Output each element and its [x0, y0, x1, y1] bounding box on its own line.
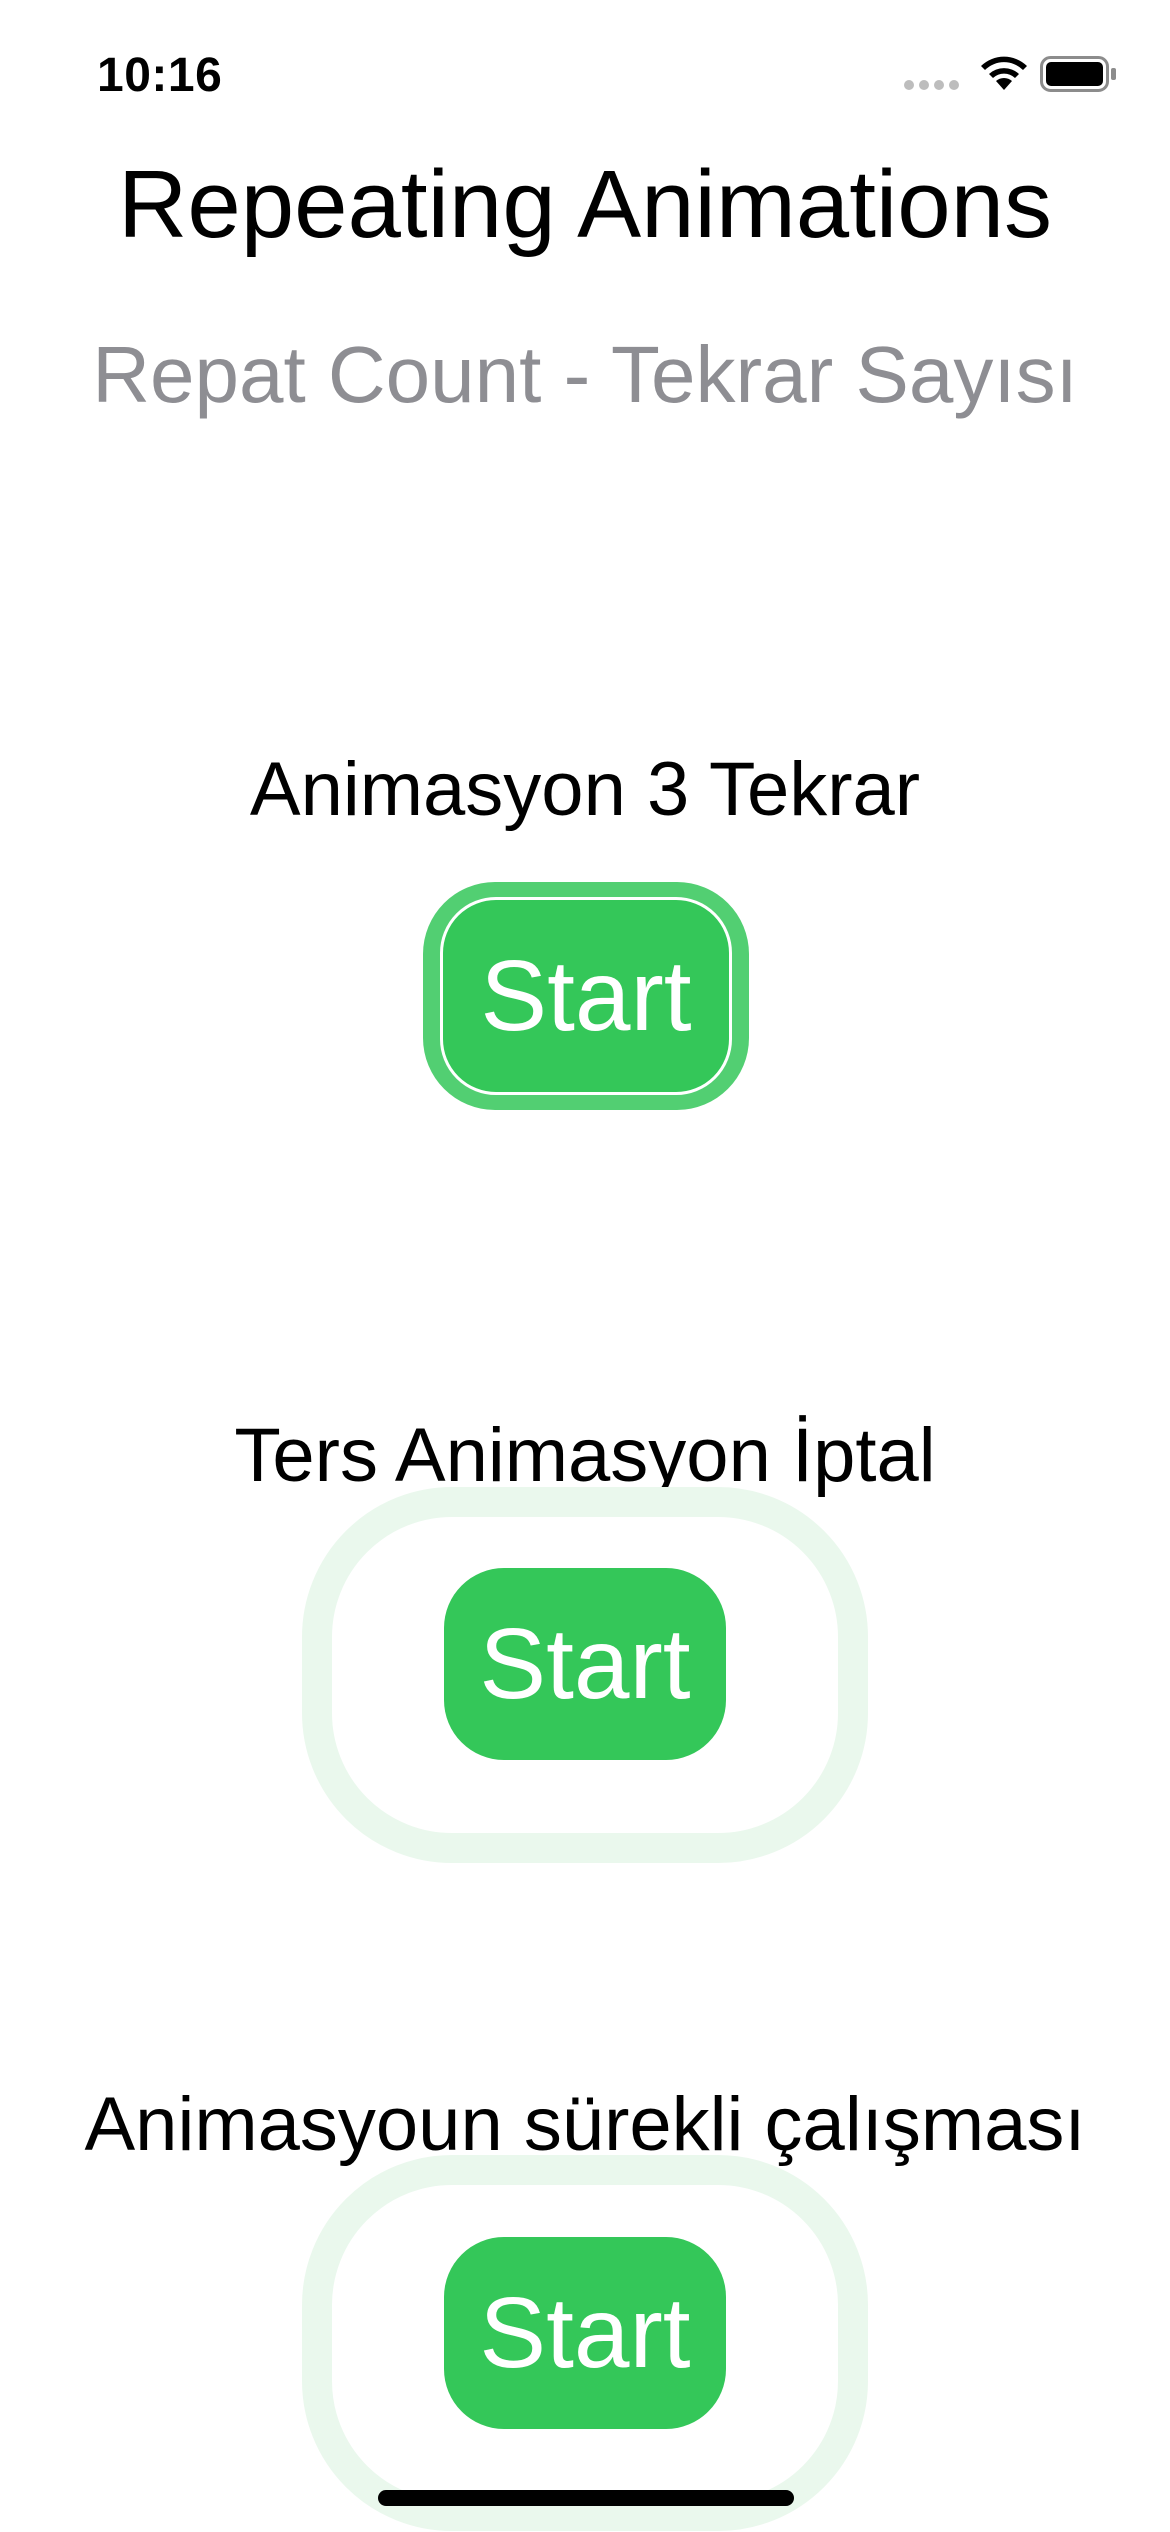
start-button-reverse-cancel[interactable]: Start	[444, 1568, 726, 1760]
status-time: 10:16	[97, 49, 223, 102]
start-button-continuous[interactable]: Start	[444, 2237, 726, 2429]
wifi-icon	[981, 56, 1027, 90]
page-title: Repeating Animations	[118, 151, 1052, 258]
section-label-repeat-3: Animasyon 3 Tekrar	[249, 747, 921, 832]
home-indicator[interactable]	[378, 2490, 794, 2506]
page-subtitle: Repat Count - Tekrar Sayısı	[92, 330, 1078, 419]
start-button-repeat-3[interactable]: Start	[440, 897, 732, 1095]
battery-icon	[1040, 56, 1116, 92]
cellular-dots-icon	[904, 80, 962, 94]
